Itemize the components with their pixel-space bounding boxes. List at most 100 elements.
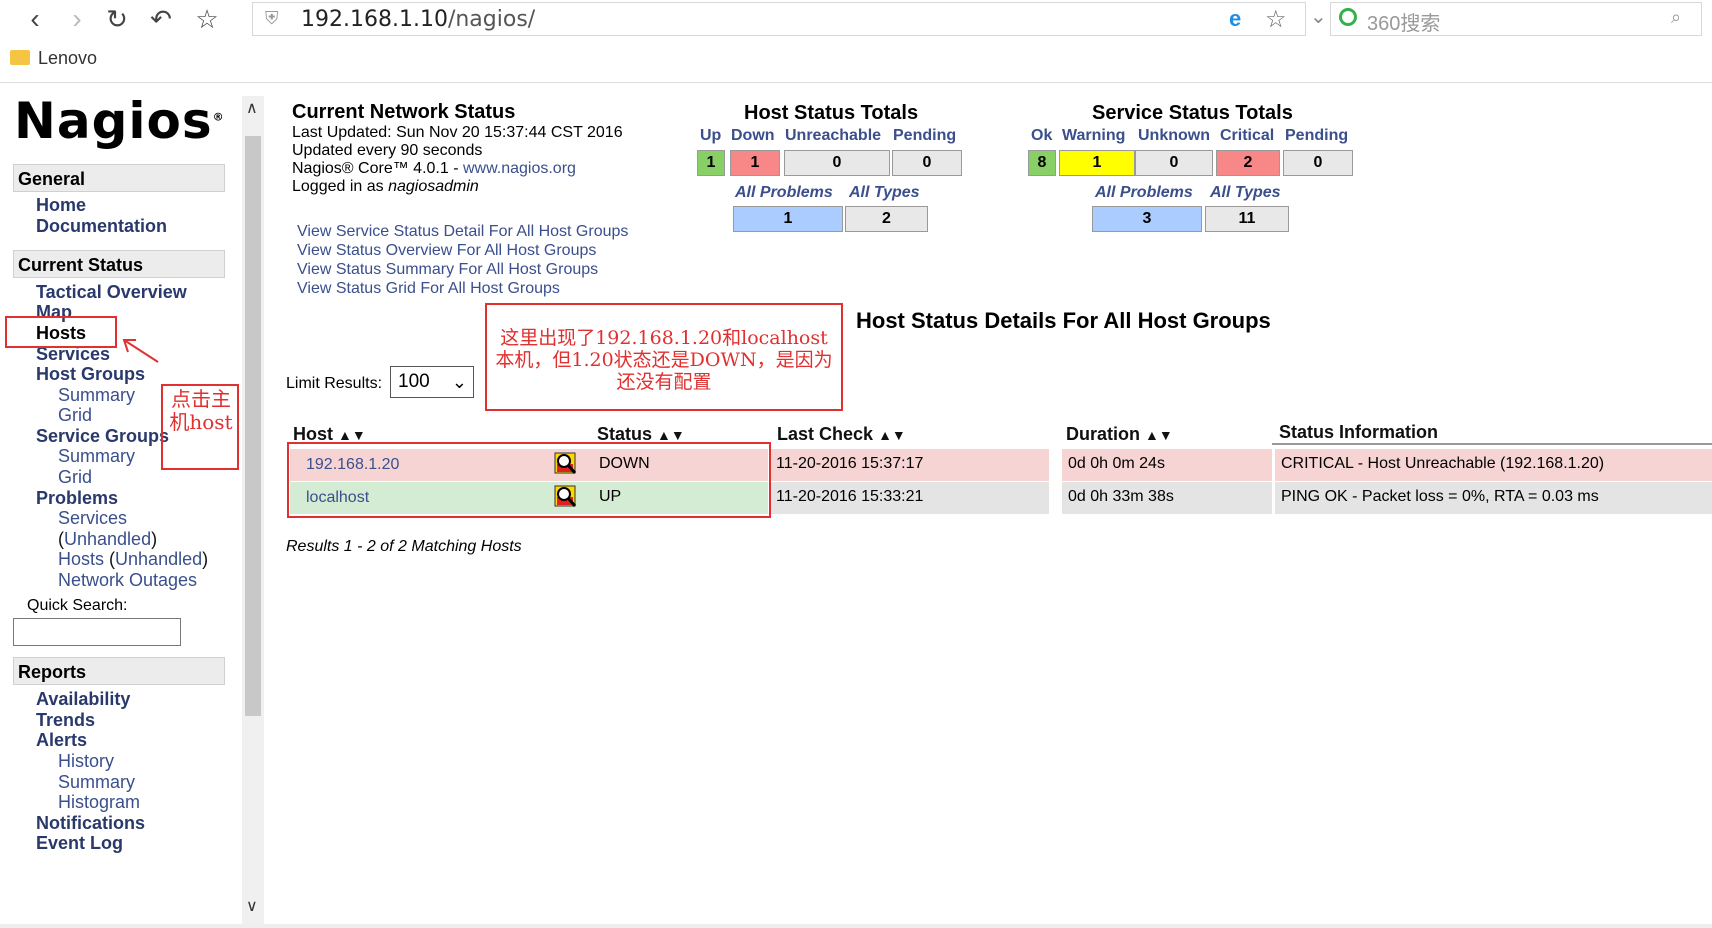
host-all-problems-count[interactable]: 1	[733, 206, 843, 232]
network-status-title: Current Network Status	[292, 101, 516, 123]
core-version: Nagios® Core™ 4.0.1 - www.nagios.org	[292, 160, 576, 177]
host-all-types-label[interactable]: All Types	[849, 184, 920, 202]
nav-servicegroups-grid[interactable]: Grid	[58, 467, 92, 488]
nav-alerts-summary[interactable]: Summary	[58, 772, 135, 793]
link-status-overview[interactable]: View Status Overview For All Host Groups	[297, 241, 628, 260]
update-interval: Updated every 90 seconds	[292, 142, 483, 159]
limit-results-select[interactable]: 100 ⌄	[390, 366, 474, 398]
scroll-up-icon[interactable]: ∧	[246, 98, 258, 118]
svc-label-ok[interactable]: Ok	[1031, 127, 1052, 145]
quick-search-input[interactable]	[13, 618, 181, 646]
nav-hostgroups-summary[interactable]: Summary	[58, 385, 135, 406]
link-status-summary[interactable]: View Status Summary For All Host Groups	[297, 260, 628, 279]
nav-documentation[interactable]: Documentation	[36, 216, 167, 237]
svc-all-types-label[interactable]: All Types	[1210, 184, 1281, 202]
favorite-star-icon[interactable]: ☆	[1265, 5, 1287, 34]
sidebar-scrollbar[interactable]: ∧ ∨	[242, 96, 264, 928]
nav-alerts-histogram[interactable]: Histogram	[58, 792, 140, 813]
bookmark-lenovo[interactable]: Lenovo	[38, 48, 97, 69]
bottom-edge	[0, 924, 1712, 928]
nav-hostgroups-grid[interactable]: Grid	[58, 405, 92, 426]
nav-services-unhandled[interactable]: (Unhandled)	[58, 529, 157, 550]
svc-all-problems-label[interactable]: All Problems	[1095, 184, 1193, 202]
duration-cell: 0d 0h 33m 38s	[1062, 482, 1272, 514]
sort-arrows-icon[interactable]: ▲▼	[657, 427, 685, 443]
svc-all-types-count[interactable]: 11	[1205, 206, 1289, 232]
nav-service-groups[interactable]: Service Groups	[36, 426, 169, 447]
status-info-cell: PING OK - Packet loss = 0%, RTA = 0.03 m…	[1275, 482, 1712, 514]
svc-all-problems-count[interactable]: 3	[1092, 206, 1202, 232]
sort-arrows-icon[interactable]: ▲▼	[878, 427, 906, 443]
host-down-count[interactable]: 1	[730, 150, 780, 176]
service-totals-title: Service Status Totals	[1092, 102, 1293, 124]
annotation-note: 这里出现了192.168.1.20和localhost本机，但1.20状态还是D…	[495, 327, 833, 393]
link-service-status-detail[interactable]: View Service Status Detail For All Host …	[297, 222, 628, 241]
svc-label-pending[interactable]: Pending	[1285, 127, 1348, 145]
nav-hosts-unhandled[interactable]: Hosts (Unhandled)	[58, 549, 208, 570]
nav-event-log[interactable]: Event Log	[36, 833, 123, 854]
nav-alerts[interactable]: Alerts	[36, 730, 87, 751]
sort-arrows-icon[interactable]: ▲▼	[338, 427, 366, 443]
status-links: View Service Status Detail For All Host …	[297, 222, 628, 298]
last-updated: Last Updated: Sun Nov 20 15:37:44 CST 20…	[292, 124, 623, 141]
scroll-thumb[interactable]	[245, 136, 261, 716]
host-up-count[interactable]: 1	[697, 150, 725, 176]
svc-unknown-count[interactable]: 0	[1135, 150, 1213, 176]
back-icon[interactable]: ‹	[20, 4, 50, 34]
results-count: Results 1 - 2 of 2 Matching Hosts	[286, 538, 522, 555]
svc-label-unknown[interactable]: Unknown	[1138, 127, 1210, 145]
host-pending-count[interactable]: 0	[892, 150, 962, 176]
nav-heading-current-status: Current Status	[13, 250, 225, 278]
nav-notifications[interactable]: Notifications	[36, 813, 145, 834]
nav-host-groups[interactable]: Host Groups	[36, 364, 145, 385]
nav-network-outages[interactable]: Network Outages	[58, 570, 197, 591]
undo-icon[interactable]: ↶	[146, 4, 176, 34]
svc-warning-count[interactable]: 1	[1059, 150, 1135, 176]
nav-tactical-overview[interactable]: Tactical Overview	[36, 282, 187, 303]
star-icon[interactable]: ☆	[192, 4, 222, 34]
bookmarks-bar: Lenovo	[0, 44, 1712, 83]
svc-label-warning[interactable]: Warning	[1062, 127, 1125, 145]
address-bar[interactable]: ⛨ 192.168.1.10/nagios/ e ☆	[252, 2, 1306, 36]
host-label-pending[interactable]: Pending	[893, 127, 956, 145]
nav-availability[interactable]: Availability	[36, 689, 130, 710]
host-label-up[interactable]: Up	[700, 127, 721, 145]
nagios-org-link[interactable]: www.nagios.org	[463, 160, 576, 177]
host-all-types-count[interactable]: 2	[845, 206, 928, 232]
annotation-arrow-icon	[122, 339, 159, 363]
header-divider	[1272, 443, 1712, 445]
details-title: Host Status Details For All Host Groups	[856, 308, 1271, 333]
forward-icon[interactable]: ›	[62, 4, 92, 34]
network-status-panel: Current Network Status Last Updated: Sun…	[292, 101, 623, 196]
host-unreachable-count[interactable]: 0	[784, 150, 890, 176]
svc-pending-count[interactable]: 0	[1283, 150, 1353, 176]
chevron-down-icon: ⌄	[451, 372, 467, 392]
host-totals-title: Host Status Totals	[744, 102, 919, 124]
search-box[interactable]: 360搜索 ⌕	[1330, 2, 1702, 36]
chevron-down-icon[interactable]: ⌄	[1310, 4, 1327, 29]
limit-results-label: Limit Results:	[286, 375, 383, 392]
nav-home[interactable]: Home	[36, 195, 86, 216]
col-last-check: Last Check ▲▼	[777, 424, 906, 444]
nav-alerts-history[interactable]: History	[58, 751, 114, 772]
logged-in: Logged in as nagiosadmin	[292, 178, 479, 195]
folder-icon	[10, 50, 30, 65]
sort-arrows-icon[interactable]: ▲▼	[1145, 427, 1173, 443]
nagios-logo[interactable]: Nagios®	[14, 92, 225, 150]
link-status-grid[interactable]: View Status Grid For All Host Groups	[297, 279, 628, 298]
svc-label-critical[interactable]: Critical	[1220, 127, 1274, 145]
ie-engine-icon[interactable]: e	[1229, 6, 1241, 32]
reload-icon[interactable]: ↻	[102, 4, 132, 34]
nav-problems-services[interactable]: Services	[58, 508, 127, 529]
svc-critical-count[interactable]: 2	[1216, 150, 1280, 176]
svc-ok-count[interactable]: 8	[1028, 150, 1056, 176]
scroll-down-icon[interactable]: ∨	[246, 896, 258, 916]
host-label-unreachable[interactable]: Unreachable	[785, 127, 881, 145]
nav-servicegroups-summary[interactable]: Summary	[58, 446, 135, 467]
host-all-problems-label[interactable]: All Problems	[735, 184, 833, 202]
nav-problems[interactable]: Problems	[36, 488, 118, 509]
nav-trends[interactable]: Trends	[36, 710, 95, 731]
search-icon[interactable]: ⌕	[1671, 7, 1681, 28]
host-label-down[interactable]: Down	[731, 127, 775, 145]
last-check-cell: 11-20-2016 15:37:17	[770, 449, 1049, 481]
